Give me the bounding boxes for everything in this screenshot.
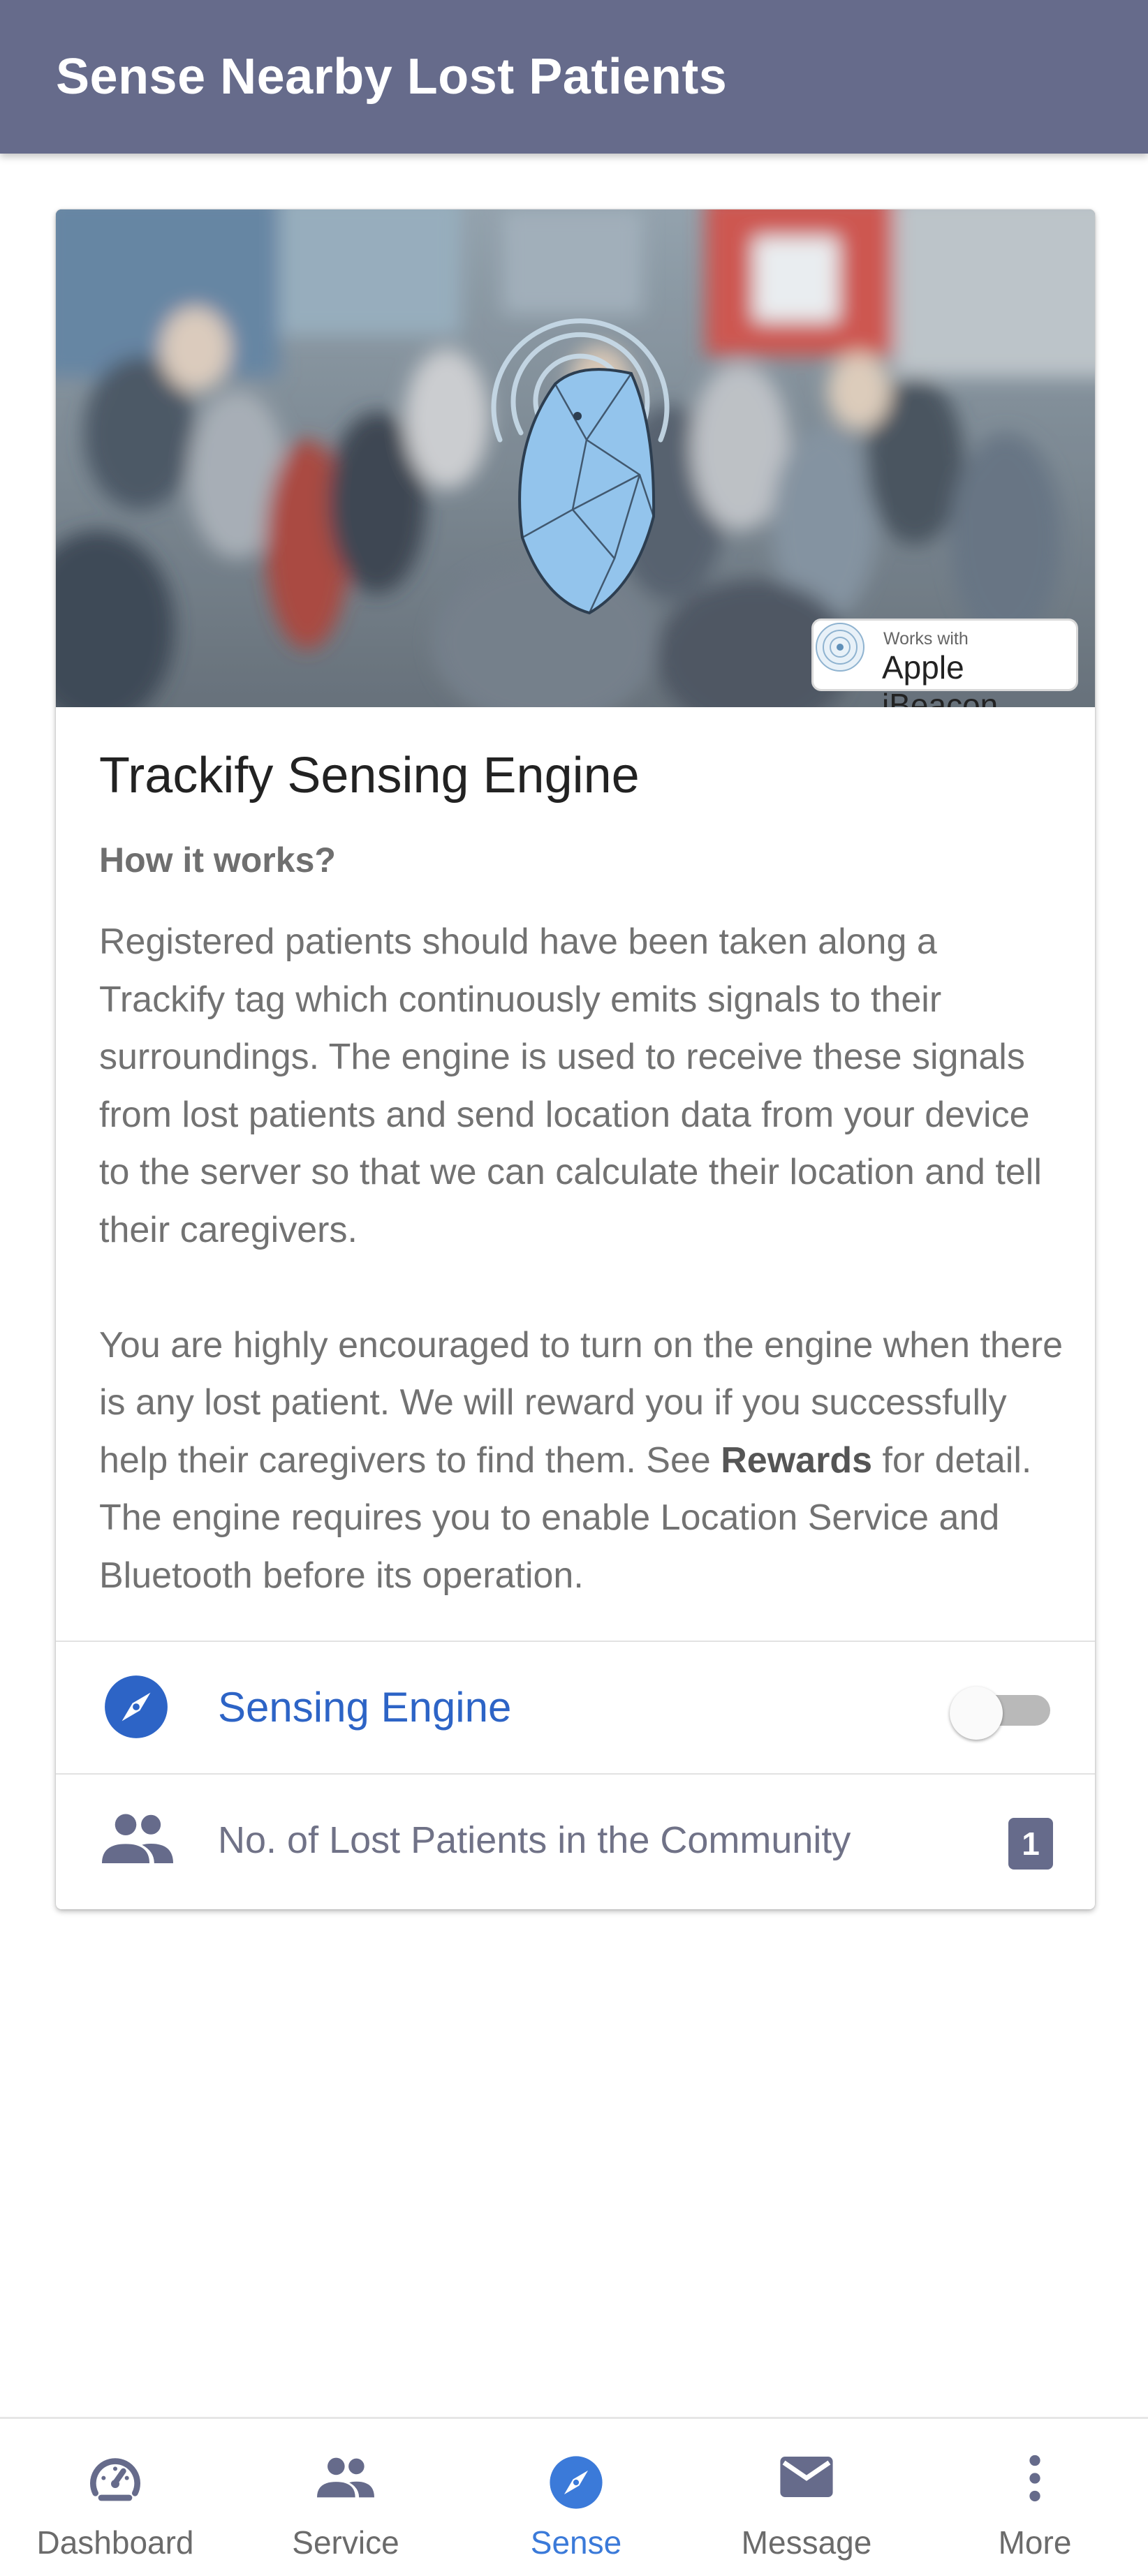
nav-item-more[interactable]: More bbox=[922, 2419, 1148, 2576]
nav-item-sense[interactable]: Sense bbox=[461, 2419, 691, 2576]
nav-label: Sense bbox=[530, 2524, 622, 2561]
sensing-engine-label: Sensing Engine bbox=[218, 1684, 512, 1731]
ibeacon-logo-icon bbox=[816, 623, 864, 672]
lost-patients-count-badge: 1 bbox=[1008, 1818, 1053, 1870]
speedometer-icon bbox=[90, 2458, 140, 2501]
badge-brand: Apple iBeacon bbox=[882, 649, 999, 707]
mail-icon bbox=[780, 2456, 833, 2498]
nav-label: Service bbox=[292, 2524, 399, 2561]
app-bar: Sense Nearby Lost Patients bbox=[0, 0, 1148, 154]
nav-item-message[interactable]: Message bbox=[691, 2419, 922, 2576]
card-description: Registered patients should have been tak… bbox=[99, 913, 1063, 1604]
sensing-engine-card: Works with Apple iBeacon Trackify Sensin… bbox=[56, 209, 1095, 1909]
more-vert-icon bbox=[1029, 2455, 1040, 2502]
lost-patients-label: No. of Lost Patients in the Community bbox=[218, 1819, 851, 1861]
card-title: Trackify Sensing Engine bbox=[99, 748, 640, 804]
people-icon bbox=[317, 2457, 374, 2498]
rewards-link: Rewards bbox=[721, 1439, 873, 1481]
sensing-engine-row[interactable]: Sensing Engine bbox=[56, 1642, 1095, 1773]
bottom-navigation: Dashboard Service Sense Message More bbox=[0, 2417, 1148, 2576]
description-paragraph: You are highly encouraged to turn on the… bbox=[99, 1324, 1064, 1596]
lost-patients-row: No. of Lost Patients in the Community 1 bbox=[56, 1775, 1095, 1906]
ibeacon-badge: Works with Apple iBeacon bbox=[811, 619, 1078, 707]
card-subtitle: How it works? bbox=[99, 841, 336, 880]
hero-image: Works with Apple iBeacon bbox=[56, 209, 1095, 707]
people-icon bbox=[102, 1814, 173, 1863]
nav-label: Message bbox=[741, 2524, 872, 2561]
toggle-thumb bbox=[950, 1687, 1003, 1740]
nav-label: More bbox=[998, 2524, 1072, 2561]
nav-item-service[interactable]: Service bbox=[230, 2419, 461, 2576]
compass-icon bbox=[550, 2456, 603, 2509]
page-title: Sense Nearby Lost Patients bbox=[56, 49, 728, 105]
sensing-engine-toggle[interactable] bbox=[950, 1687, 1054, 1740]
nav-item-dashboard[interactable]: Dashboard bbox=[0, 2419, 230, 2576]
nav-label: Dashboard bbox=[36, 2524, 194, 2561]
badge-caption: Works with bbox=[883, 629, 969, 649]
compass-icon bbox=[105, 1675, 168, 1738]
description-paragraph: Registered patients should have been tak… bbox=[99, 921, 1042, 1250]
